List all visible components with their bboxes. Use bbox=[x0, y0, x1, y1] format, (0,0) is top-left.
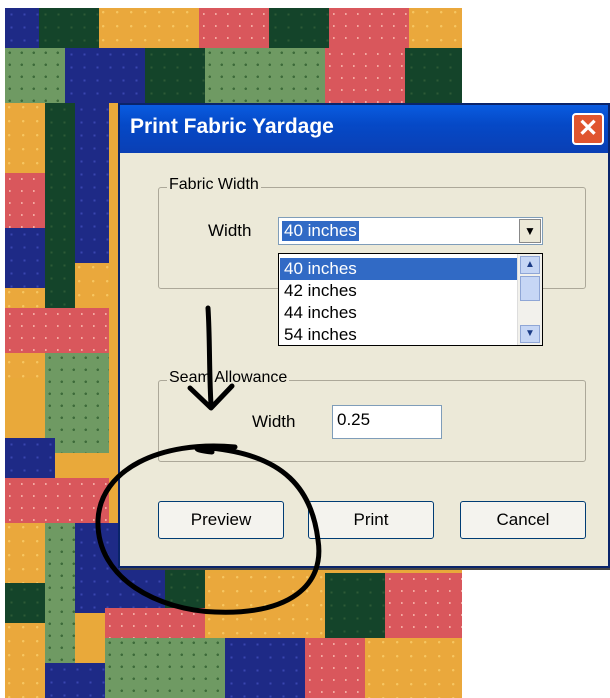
seam-allowance-width-label: Width bbox=[252, 412, 296, 431]
fabric-width-selected-value: 40 inches bbox=[282, 221, 359, 241]
dropdown-scrollbar[interactable]: ▲ ▼ bbox=[517, 254, 542, 345]
dropdown-option[interactable]: 42 inches bbox=[280, 280, 518, 302]
seam-allowance-group-label: Seam Allowance bbox=[167, 369, 290, 387]
dialog-title: Print Fabric Yardage bbox=[130, 115, 334, 138]
scroll-up-icon[interactable]: ▲ bbox=[520, 256, 540, 274]
scroll-down-icon[interactable]: ▼ bbox=[520, 325, 540, 343]
fabric-width-select[interactable]: 40 inches ▼ bbox=[278, 217, 543, 245]
fabric-width-group-label: Fabric Width bbox=[167, 176, 261, 194]
close-button[interactable]: ✕ bbox=[572, 113, 604, 145]
fabric-width-label: Width bbox=[208, 221, 252, 240]
print-fabric-yardage-dialog: Print Fabric Yardage ✕ Fabric Width Widt… bbox=[118, 103, 610, 568]
chevron-down-icon[interactable]: ▼ bbox=[519, 219, 541, 243]
dialog-title-bar[interactable]: Print Fabric Yardage ✕ bbox=[120, 105, 608, 153]
close-icon: ✕ bbox=[577, 115, 599, 142]
scrollbar-thumb[interactable] bbox=[520, 276, 540, 301]
preview-button[interactable]: Preview bbox=[158, 501, 284, 539]
fabric-width-dropdown-list[interactable]: 40 inches 42 inches 44 inches 54 inches … bbox=[278, 253, 543, 346]
cancel-button[interactable]: Cancel bbox=[460, 501, 586, 539]
dropdown-option[interactable]: 44 inches bbox=[280, 302, 518, 324]
dropdown-option[interactable]: 40 inches bbox=[280, 258, 518, 280]
print-button[interactable]: Print bbox=[308, 501, 434, 539]
seam-allowance-input[interactable]: 0.25 bbox=[332, 405, 442, 439]
dropdown-option[interactable]: 54 inches bbox=[280, 324, 518, 346]
